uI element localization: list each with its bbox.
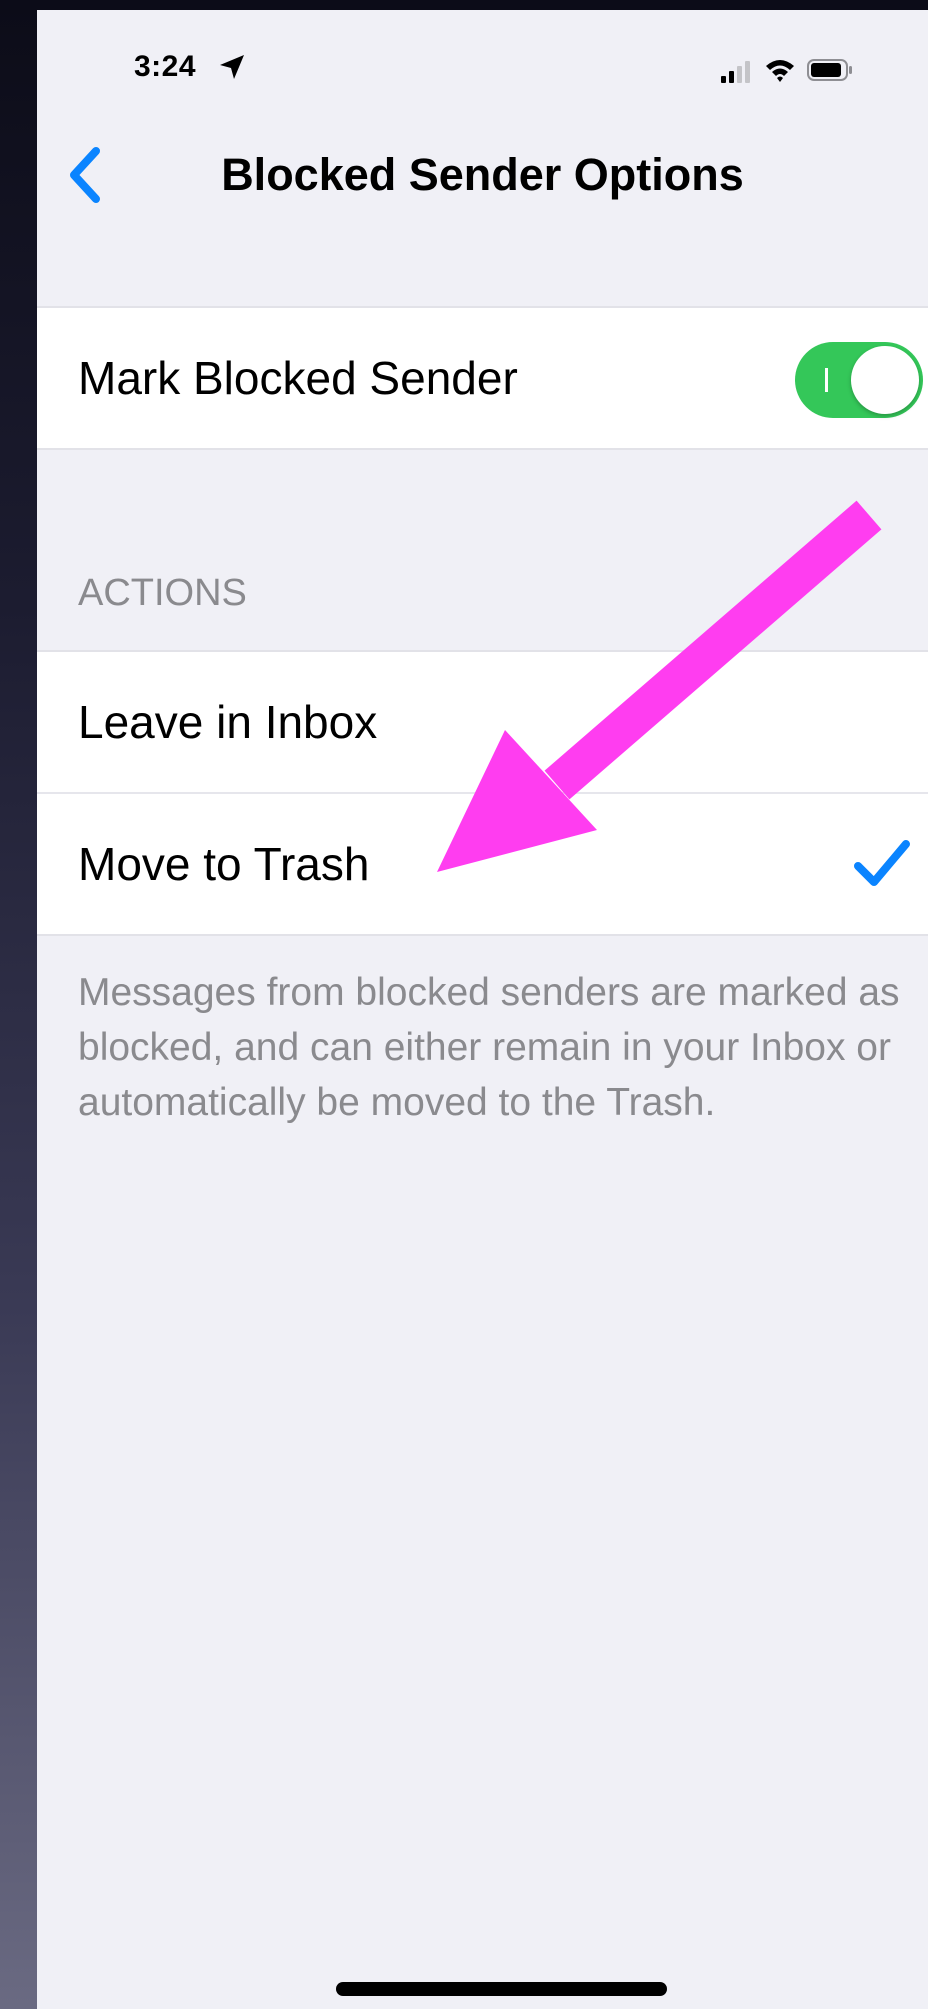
action-option-leave-in-inbox[interactable]: Leave in Inbox — [37, 652, 928, 792]
page-title: Blocked Sender Options — [221, 149, 744, 200]
battery-icon — [807, 59, 852, 81]
action-option-move-to-trash[interactable]: Move to Trash — [37, 792, 928, 934]
action-option-label: Leave in Inbox — [78, 696, 378, 748]
mark-blocked-group: Mark Blocked Sender — [37, 306, 928, 450]
action-option-label: Move to Trash — [78, 838, 370, 890]
actions-section-header: ACTIONS — [78, 572, 247, 614]
actions-group: Leave in Inbox Move to Trash — [37, 650, 928, 936]
signal-icon — [721, 61, 750, 83]
home-indicator[interactable] — [336, 1982, 667, 1996]
status-bar: 3:24 — [37, 10, 928, 125]
phone-screen: 3:24 Blocked Sender Options Mark Blocked… — [37, 10, 928, 2009]
toggle-knob — [851, 346, 919, 414]
checkmark-icon — [854, 840, 910, 886]
actions-footer-description: Messages from blocked senders are marked… — [78, 971, 900, 1124]
mark-blocked-sender-toggle[interactable] — [795, 342, 923, 418]
mark-blocked-sender-row: Mark Blocked Sender — [37, 308, 928, 448]
status-time: 3:24 — [134, 50, 197, 83]
mark-blocked-sender-label: Mark Blocked Sender — [78, 352, 518, 404]
location-arrow-icon — [220, 55, 244, 79]
navigation-bar: Blocked Sender Options — [37, 125, 928, 225]
toggle-on-indicator — [825, 368, 828, 392]
wifi-icon — [766, 60, 794, 82]
